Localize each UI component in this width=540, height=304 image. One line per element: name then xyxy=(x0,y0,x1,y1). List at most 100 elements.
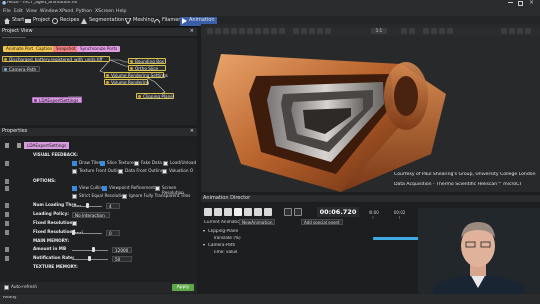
tab-meshing[interactable]: Meshing xyxy=(124,17,156,26)
node-volume-rendering[interactable]: Volume Rendering xyxy=(104,79,149,85)
apply-button[interactable]: Apply xyxy=(172,284,194,291)
menu-edit[interactable]: Edit xyxy=(14,9,23,14)
auto-refresh-checkbox[interactable] xyxy=(4,285,9,290)
maximize-icon[interactable] xyxy=(518,1,523,6)
tab-segmentation[interactable]: Segmentation xyxy=(80,17,126,26)
menu-xpand[interactable]: XPand xyxy=(59,9,73,14)
notification-field[interactable]: 50 xyxy=(112,256,132,262)
menu-window[interactable]: Window xyxy=(40,9,58,14)
track-translate[interactable]: Translate (%) xyxy=(201,235,369,242)
collapse-icon[interactable]: ▾ xyxy=(203,242,205,247)
play-backward-button[interactable] xyxy=(224,208,232,216)
view-culling-checkbox[interactable] xyxy=(72,186,77,191)
stereo-icon[interactable] xyxy=(409,28,415,34)
view-all-icon[interactable] xyxy=(255,28,261,34)
x-axis-icon[interactable] xyxy=(293,28,299,34)
fake-data-checkbox[interactable] xyxy=(134,161,139,166)
close-icon[interactable]: × xyxy=(529,0,534,7)
project-graph-area[interactable]: Animate Ports Caption Snapshot Synchroni… xyxy=(0,38,197,125)
step-forward-button[interactable] xyxy=(254,208,262,216)
track-clipping-plane[interactable]: ▾ Clipping-Plane xyxy=(201,228,369,235)
ignore-transparent-checkbox[interactable] xyxy=(122,194,127,199)
lighting-icon[interactable] xyxy=(431,28,437,34)
pin-icon[interactable] xyxy=(5,247,9,252)
add-special-event-button[interactable]: Add special event xyxy=(301,219,343,225)
fixed-resolution-checkbox[interactable] xyxy=(72,221,77,226)
valuation-checkbox[interactable] xyxy=(162,169,167,174)
screen-resolution-checkbox[interactable] xyxy=(155,186,160,191)
record-button[interactable] xyxy=(294,208,302,216)
node-discharged-battery[interactable]: Discharged_battery.registered_with_units… xyxy=(2,56,110,62)
node-volume-rendering-settings[interactable]: Volume Rendering Settings xyxy=(104,72,168,78)
tab-project[interactable]: Project xyxy=(24,17,52,26)
amount-knob[interactable] xyxy=(92,247,95,252)
texture-front-outline-checkbox[interactable] xyxy=(72,169,77,174)
snapshot-icon[interactable] xyxy=(279,28,285,34)
z-axis-icon[interactable] xyxy=(309,28,315,34)
pin-icon[interactable] xyxy=(5,179,9,184)
seek-icon[interactable] xyxy=(263,28,269,34)
one-viewer-icon[interactable] xyxy=(501,28,507,34)
pin-icon[interactable] xyxy=(5,186,9,191)
tab-recipes[interactable]: Recipes xyxy=(51,17,81,26)
menu-view[interactable]: View xyxy=(26,9,37,14)
data-front-outline-checkbox[interactable] xyxy=(118,169,123,174)
amount-track[interactable] xyxy=(72,250,108,251)
rotate-icon[interactable] xyxy=(215,28,221,34)
node-camera-path[interactable]: Camera-Path xyxy=(2,66,40,72)
current-animation-select[interactable]: NewAnimation xyxy=(239,219,275,225)
pick-icon[interactable] xyxy=(207,28,213,34)
minimize-icon[interactable] xyxy=(508,2,513,3)
fixed-level-track[interactable] xyxy=(72,233,102,234)
go-to-start-button[interactable] xyxy=(204,208,212,216)
loading-policy-select[interactable]: No Interaction xyxy=(72,212,110,218)
fog-icon[interactable] xyxy=(439,28,445,34)
track-time-value[interactable]: Time: value xyxy=(201,249,369,256)
rotate-left-icon[interactable] xyxy=(317,28,323,34)
zoom-level[interactable]: 1:1 xyxy=(371,28,387,34)
node-lda-expert-settings[interactable]: LDAExpertSettings xyxy=(32,97,82,103)
amount-field[interactable]: 12000 xyxy=(112,247,132,253)
menu-help[interactable]: Help xyxy=(116,9,126,14)
tab-start[interactable]: Start xyxy=(3,17,26,26)
loop-button[interactable] xyxy=(284,208,292,216)
fullscreen-icon[interactable] xyxy=(525,28,531,34)
pin-icon[interactable] xyxy=(5,230,9,235)
chip-synchronize-ports[interactable]: Synchronize Ports xyxy=(77,46,121,52)
play-button[interactable] xyxy=(244,208,252,216)
draw-tiles-checkbox[interactable] xyxy=(72,161,77,166)
perspective-icon[interactable] xyxy=(271,28,277,34)
home-view-icon[interactable] xyxy=(239,28,245,34)
close-panel-icon[interactable]: × xyxy=(190,28,194,35)
y-axis-icon[interactable] xyxy=(301,28,307,34)
four-viewers-icon[interactable] xyxy=(517,28,523,34)
edit-icon[interactable] xyxy=(17,143,21,148)
pan-icon[interactable] xyxy=(223,28,229,34)
load-unload-checkbox[interactable] xyxy=(163,161,168,166)
node-bounding-box[interactable]: Bounding Box xyxy=(128,58,166,64)
menu-xscreen[interactable]: XScreen xyxy=(95,9,114,14)
stop-button[interactable] xyxy=(234,208,242,216)
track-camera-path[interactable]: ▾ Camera-Path xyxy=(201,242,369,249)
strict-equal-resolution-checkbox[interactable] xyxy=(72,194,77,199)
num-threads-field[interactable]: 4 xyxy=(106,203,120,209)
node-clipping-plane[interactable]: Clipping Plane xyxy=(136,93,174,99)
viewer-3d[interactable] xyxy=(201,24,540,192)
layout-icon[interactable] xyxy=(401,28,407,34)
chip-snapshot[interactable]: Snapshot xyxy=(53,46,79,52)
measure-icon[interactable] xyxy=(423,28,429,34)
current-time-display[interactable]: 00:06.720 xyxy=(317,207,359,217)
pin-icon[interactable] xyxy=(5,256,9,261)
num-threads-knob[interactable] xyxy=(86,203,89,208)
background-icon[interactable] xyxy=(447,28,453,34)
menu-file[interactable]: File xyxy=(3,9,11,14)
pin-icon[interactable] xyxy=(5,203,9,208)
chip-caption[interactable]: Caption xyxy=(33,46,56,52)
go-to-end-button[interactable] xyxy=(264,208,272,216)
close-panel-icon[interactable]: × xyxy=(190,128,194,135)
pin-icon[interactable] xyxy=(5,221,9,226)
zoom-icon[interactable] xyxy=(231,28,237,34)
node-ortho-slice[interactable]: Ortho Slice xyxy=(128,65,166,71)
pin-icon[interactable] xyxy=(5,161,9,166)
selected-module-tag[interactable]: LDAExpertSettings xyxy=(24,142,70,149)
